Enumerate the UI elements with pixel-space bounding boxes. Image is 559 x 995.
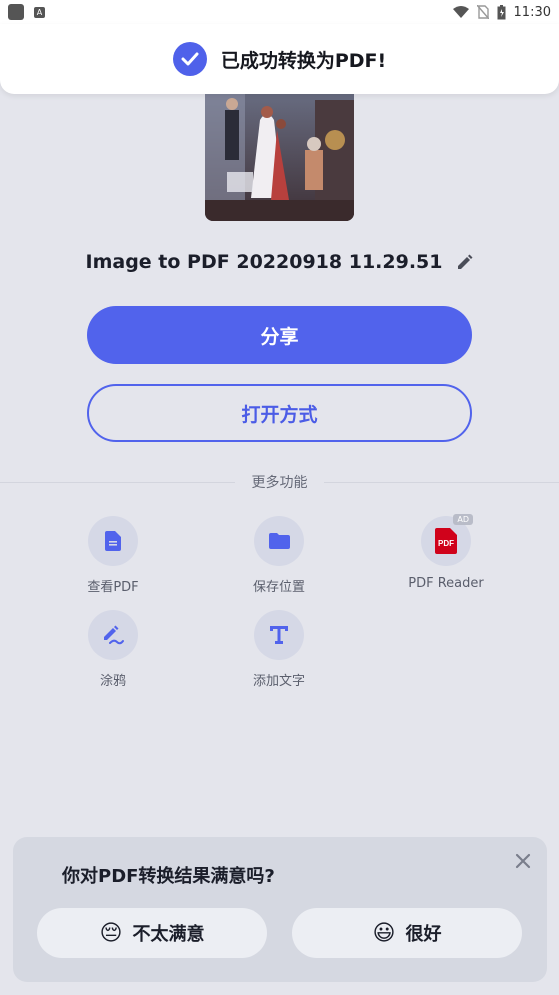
draw-icon [88,610,138,660]
feature-label: 涂鸦 [99,674,126,689]
not-satisfied-label: 不太满意 [132,924,205,945]
feedback-question: 你对PDF转换结果满意吗? [62,866,275,887]
app-notification-icon [8,4,24,20]
feature-label: 添加文字 [252,674,305,689]
no-sim-icon [476,5,489,19]
svg-text:PDF: PDF [438,539,454,548]
a-notification-icon: A [34,6,45,18]
battery-icon [497,4,506,19]
folder-icon [254,516,304,566]
feature-add-text[interactable]: 添加文字 [219,610,339,689]
status-bar: A 11:30 [0,0,559,24]
document-icon [88,516,138,566]
pencil-icon[interactable] [456,254,473,271]
wifi-icon [452,6,469,18]
feature-view-pdf[interactable]: 查看PDF [53,516,173,595]
toast-message: 已成功转换为PDF! [220,49,387,72]
good-label: 很好 [405,924,442,945]
checkmark-icon [172,42,207,76]
sad-face-icon: 😔 [99,920,123,946]
file-name: Image to PDF 20220918 11.29.51 [85,251,443,273]
happy-face-icon: 😃 [372,920,396,946]
feature-label: 查看PDF [87,580,139,595]
file-name-row: Image to PDF 20220918 11.29.51 [0,247,559,277]
feedback-card: 你对PDF转换结果满意吗? 😔 不太满意 😃 很好 [13,837,547,982]
clock: 11:30 [513,4,551,20]
open-with-button[interactable]: 打开方式 [87,384,472,442]
not-satisfied-button[interactable]: 😔 不太满意 [37,908,267,958]
ad-badge: AD [453,514,473,525]
feature-save-location[interactable]: 保存位置 [219,516,339,595]
feature-label: 保存位置 [252,580,305,595]
success-toast: 已成功转换为PDF! [0,24,559,94]
good-button[interactable]: 😃 很好 [292,908,522,958]
pdf-app-icon: PDF AD [421,514,473,566]
close-icon[interactable] [515,853,531,873]
text-icon [254,610,304,660]
share-button[interactable]: 分享 [87,306,472,364]
pdf-thumbnail[interactable] [205,80,354,221]
feature-pdf-reader[interactable]: PDF AD PDF Reader [386,514,506,591]
feature-doodle[interactable]: 涂鸦 [53,610,173,689]
feature-label: PDF Reader [408,576,484,591]
more-features-title: 更多功能 [251,475,308,491]
